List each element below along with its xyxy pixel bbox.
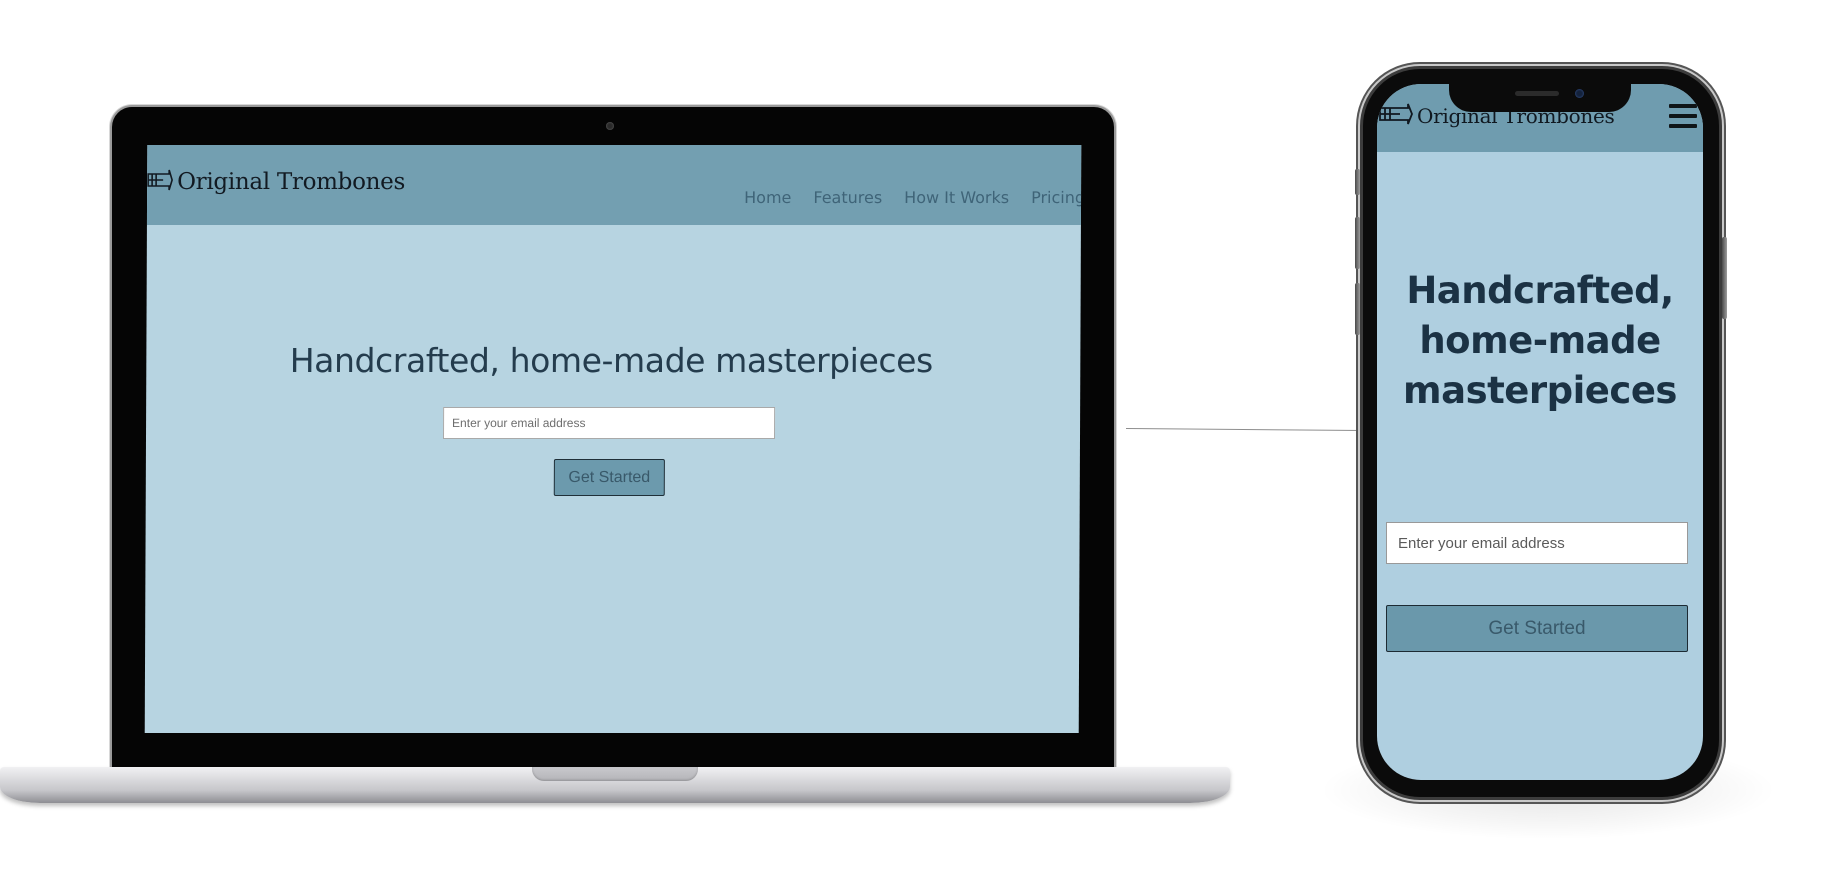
laptop-screen: Original Trombones Home Features How It …	[144, 145, 1082, 733]
nav-link-how-it-works[interactable]: How It Works	[904, 188, 1009, 207]
desktop-email-input[interactable]	[443, 407, 776, 439]
device-mockup-stage: Original Trombones Home Features How It …	[0, 0, 1836, 886]
hamburger-menu-icon[interactable]	[1669, 104, 1697, 128]
connector-line	[1125, 428, 1362, 432]
laptop-frame: Original Trombones Home Features How It …	[112, 107, 1114, 769]
laptop-camera	[606, 122, 614, 130]
desktop-hero-title: Handcrafted, home-made masterpieces	[289, 341, 933, 380]
phone-notch	[1449, 84, 1631, 112]
phone-side-button	[1722, 237, 1727, 319]
desktop-logo[interactable]: Original Trombones	[147, 169, 405, 195]
mobile-email-input[interactable]	[1386, 522, 1688, 564]
phone-camera	[1575, 89, 1584, 98]
nav-link-features[interactable]: Features	[813, 188, 882, 207]
desktop-header: Original Trombones Home Features How It …	[146, 145, 1081, 225]
phone-volume-up-button	[1355, 217, 1360, 269]
phone-volume-down-button	[1355, 283, 1360, 335]
trombone-icon	[1379, 102, 1413, 130]
phone-screen: Original Trombones Handcrafted, home-mad…	[1377, 84, 1703, 780]
phone-speaker	[1515, 91, 1559, 96]
brand-name: Original Trombones	[177, 169, 406, 195]
nav-link-home[interactable]: Home	[744, 188, 791, 207]
desktop-nav: Home Features How It Works Pricing	[744, 188, 1081, 207]
desktop-get-started-button[interactable]: Get Started	[553, 459, 665, 496]
mobile-get-started-button[interactable]: Get Started	[1386, 605, 1688, 652]
phone-mute-switch	[1355, 169, 1360, 195]
laptop-base	[0, 767, 1230, 803]
trombone-icon	[147, 169, 173, 195]
mobile-hero-title: Handcrafted, home-made masterpieces	[1403, 269, 1677, 412]
phone-frame: Original Trombones Handcrafted, home-mad…	[1355, 66, 1727, 800]
laptop-opening-notch	[532, 767, 698, 781]
nav-link-pricing[interactable]: Pricing	[1031, 188, 1081, 207]
